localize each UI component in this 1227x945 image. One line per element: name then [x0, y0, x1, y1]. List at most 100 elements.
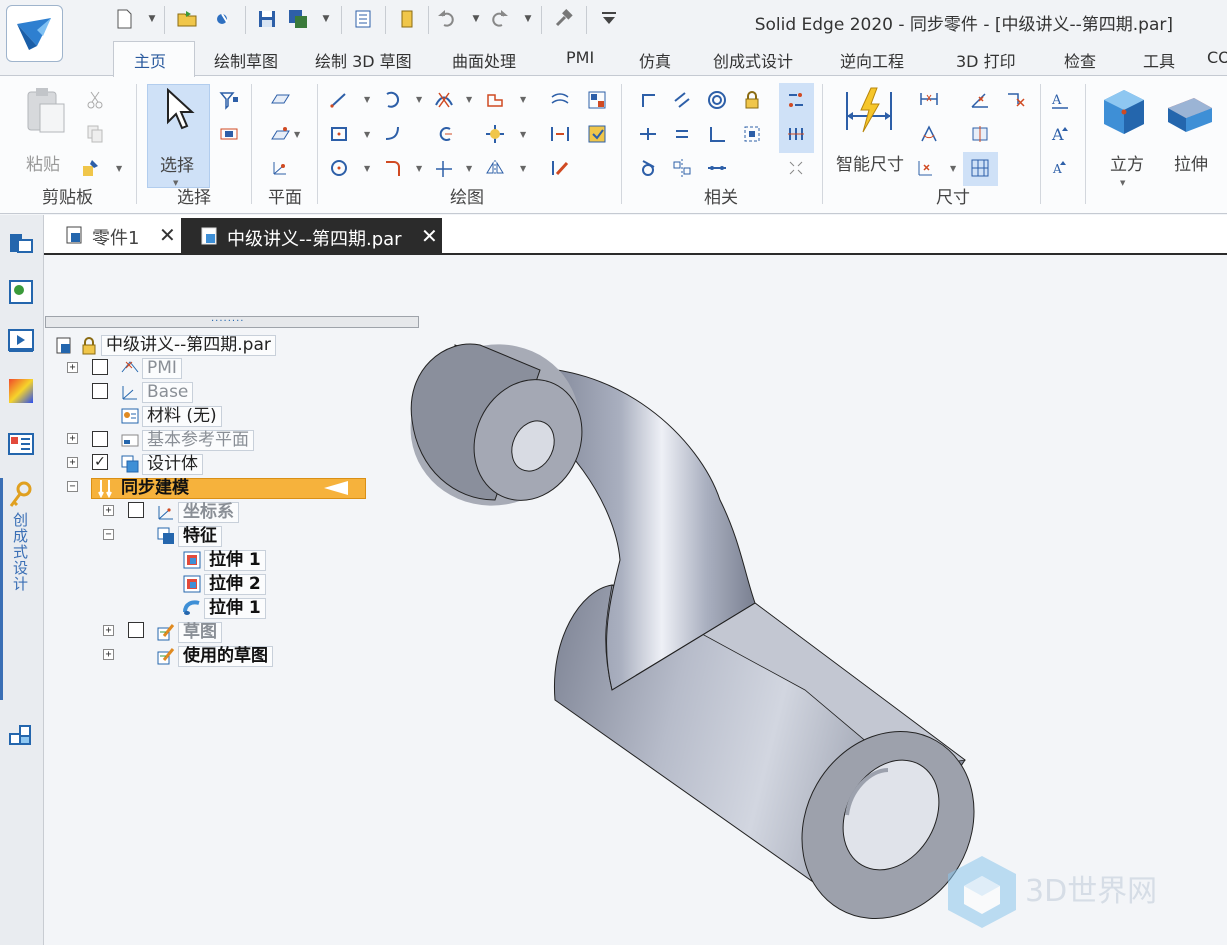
clipboard-icon[interactable]	[396, 8, 418, 30]
sketch-pen-icon[interactable]	[549, 157, 571, 179]
extrude-label[interactable]: 拉伸	[1174, 150, 1208, 175]
trim-icon[interactable]	[433, 89, 455, 111]
expand-design-body-icon[interactable]: +	[67, 457, 78, 468]
redo-icon[interactable]	[488, 8, 510, 30]
cube-icon[interactable]	[1098, 86, 1150, 138]
redo-dropdown-icon[interactable]: ▼	[522, 8, 534, 30]
arc-dropdown-icon[interactable]: ▼	[416, 95, 426, 105]
distance-dimension-icon[interactable]	[918, 89, 940, 111]
design-body-checkbox[interactable]: ✓	[92, 454, 108, 470]
open-icon[interactable]	[176, 8, 198, 30]
tab-pmi[interactable]: PMI	[566, 48, 594, 67]
offset-dropdown-icon[interactable]: ▼	[520, 95, 530, 105]
feature-library-icon[interactable]	[6, 277, 36, 307]
region-icon[interactable]	[586, 89, 608, 111]
expand-used-sketches-icon[interactable]: +	[103, 649, 114, 660]
paste-label[interactable]: 粘贴	[26, 150, 60, 175]
extrude-icon[interactable]	[1164, 86, 1216, 138]
intersect-dropdown-icon[interactable]: ▼	[466, 164, 476, 174]
ref-planes-checkbox[interactable]	[92, 431, 108, 447]
split-icon[interactable]	[549, 123, 571, 145]
part-3d-model[interactable]	[395, 330, 995, 930]
doc-tab-active[interactable]: 中级讲义--第四期.par ✕	[181, 218, 442, 255]
sensors-icon[interactable]	[6, 326, 36, 356]
format-dropdown-icon[interactable]: ▼	[116, 164, 126, 174]
arc-icon[interactable]	[382, 89, 404, 111]
tab-com[interactable]: COM	[1207, 48, 1227, 67]
tree-coord-sys-label[interactable]: 坐标系	[178, 502, 239, 523]
tree-design-body-label[interactable]: 设计体	[142, 454, 203, 475]
tree-used-sketches-label[interactable]: 使用的草图	[178, 646, 273, 667]
tree-extrude2-label[interactable]: 拉伸 2	[204, 574, 266, 595]
angle-between-icon[interactable]	[969, 89, 991, 111]
mirror-icon[interactable]	[484, 157, 506, 179]
dimension-style-icon[interactable]	[1005, 89, 1027, 111]
rigid-icon[interactable]	[741, 123, 763, 145]
tab-surfacing[interactable]: 曲面处理	[452, 48, 516, 72]
smart-dimension-icon[interactable]	[843, 86, 895, 136]
parallel-icon[interactable]	[671, 89, 693, 111]
layers-icon[interactable]	[6, 429, 36, 459]
tangent-icon[interactable]	[637, 157, 659, 179]
relation-colors-icon[interactable]	[785, 123, 807, 145]
expand-sketches-icon[interactable]: +	[103, 625, 114, 636]
perpendicular-icon[interactable]	[706, 123, 728, 145]
solid-edge-logo-icon[interactable]	[6, 5, 63, 62]
relation-assist-icon[interactable]	[785, 157, 807, 179]
assembly-icon[interactable]	[6, 720, 36, 750]
sketches-checkbox[interactable]	[128, 622, 144, 638]
collinear-icon[interactable]	[706, 157, 728, 179]
tab-home[interactable]: 主页	[134, 48, 166, 72]
tab-simulation[interactable]: 仿真	[639, 48, 671, 72]
text-edit-icon[interactable]: A	[1049, 89, 1071, 111]
select-tools-icon[interactable]	[218, 123, 240, 145]
paste-icon[interactable]	[22, 86, 68, 136]
new-dropdown-icon[interactable]: ▼	[146, 8, 158, 30]
line-dropdown-icon[interactable]: ▼	[364, 95, 374, 105]
circle-dropdown-icon[interactable]: ▼	[364, 164, 374, 174]
path-finder-icon[interactable]	[6, 228, 36, 258]
key-icon[interactable]	[6, 480, 36, 510]
tangent-arc-icon[interactable]	[382, 123, 404, 145]
tree-features-label[interactable]: 特征	[178, 526, 222, 547]
connect-icon[interactable]	[637, 89, 659, 111]
tab-tools[interactable]: 工具	[1143, 48, 1175, 72]
filter-icon[interactable]	[218, 89, 240, 111]
heatmap-icon[interactable]	[6, 376, 36, 406]
tab-reverse-engineering[interactable]: 逆向工程	[840, 48, 904, 72]
collapse-features-icon[interactable]: −	[103, 529, 114, 540]
copy-icon[interactable]	[84, 123, 106, 145]
relation-handles-icon[interactable]	[785, 89, 807, 111]
tree-extrude1-label[interactable]: 拉伸 1	[204, 550, 266, 571]
generative-design-vertical-label[interactable]: 创成式设计	[10, 512, 31, 592]
circle-icon[interactable]	[328, 157, 350, 179]
include-icon[interactable]	[586, 123, 608, 145]
offset-icon[interactable]	[484, 89, 506, 111]
project-icon[interactable]	[549, 89, 571, 111]
save-dropdown-icon[interactable]: ▼	[320, 8, 332, 30]
coord-sys-checkbox[interactable]	[128, 502, 144, 518]
intersect-icon[interactable]	[433, 157, 455, 179]
expand-ref-planes-icon[interactable]: +	[67, 433, 78, 444]
cut-icon[interactable]	[84, 89, 106, 111]
customize-icon[interactable]	[598, 8, 620, 30]
horizontal-vertical-icon[interactable]	[637, 123, 659, 145]
text-grow-icon[interactable]: A	[1049, 123, 1071, 145]
fillet-dropdown-icon[interactable]: ▼	[416, 164, 426, 174]
properties-icon[interactable]	[352, 8, 374, 30]
tree-pmi-label[interactable]: PMI	[142, 358, 182, 379]
plane-dropdown-icon[interactable]: ▼	[294, 130, 304, 140]
tree-base-label[interactable]: Base	[142, 382, 194, 403]
save-as-icon[interactable]	[287, 8, 309, 30]
format-painter-icon[interactable]	[80, 157, 102, 179]
tree-sweep1-label[interactable]: 拉伸 1	[204, 598, 266, 619]
rect-dropdown-icon[interactable]: ▼	[364, 130, 374, 140]
move-dropdown-icon[interactable]: ▼	[520, 130, 530, 140]
pmi-checkbox[interactable]	[92, 359, 108, 375]
coincident-plane-icon[interactable]	[269, 89, 291, 111]
tab-3d-sketch[interactable]: 绘制 3D 草图	[315, 48, 412, 72]
tree-splitter[interactable]: ........	[45, 313, 419, 328]
trim-dropdown-icon[interactable]: ▼	[466, 95, 476, 105]
line-icon[interactable]	[328, 89, 350, 111]
fillet-icon[interactable]	[382, 157, 404, 179]
